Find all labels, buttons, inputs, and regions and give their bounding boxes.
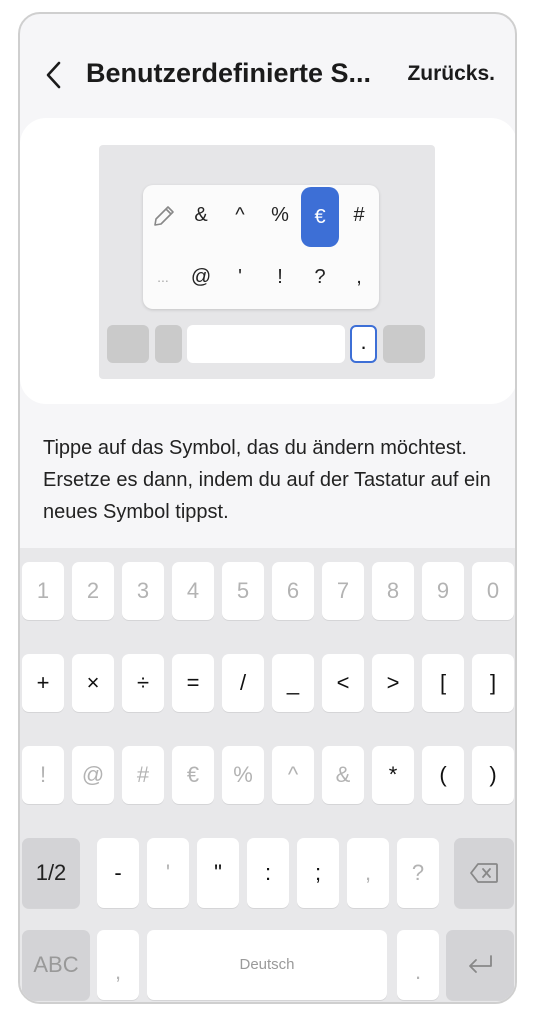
period-key[interactable]: . bbox=[397, 930, 439, 1000]
preview-symbol[interactable]: @ bbox=[182, 247, 220, 307]
symbol-popup: & ^ % € # ... @ ' ! ? , bbox=[143, 185, 379, 309]
key-symbol[interactable]: ' bbox=[147, 838, 189, 908]
key-symbol[interactable]: ? bbox=[397, 838, 439, 908]
key-symbol[interactable]: + bbox=[22, 654, 64, 712]
enter-key[interactable] bbox=[446, 930, 514, 1000]
reset-button[interactable]: Zurücks. bbox=[407, 62, 495, 86]
key-symbol[interactable]: ] bbox=[472, 654, 514, 712]
backspace-key[interactable] bbox=[454, 838, 514, 908]
symbol-keyboard: 1 2 3 4 5 6 7 8 9 0 + × ÷ = / _ < > [ ] … bbox=[20, 548, 515, 1002]
comma-key[interactable]: , bbox=[97, 930, 139, 1000]
header: Benutzerdefinierte S... Zurücks. bbox=[20, 14, 515, 124]
key-number[interactable]: 6 bbox=[272, 562, 314, 620]
key-symbol[interactable]: # bbox=[122, 746, 164, 804]
key-number[interactable]: 9 bbox=[422, 562, 464, 620]
key-symbol[interactable]: ; bbox=[297, 838, 339, 908]
pencil-icon[interactable] bbox=[151, 203, 177, 229]
enter-icon bbox=[469, 955, 492, 973]
key-symbol[interactable]: : bbox=[247, 838, 289, 908]
key-symbol[interactable]: = bbox=[172, 654, 214, 712]
key-number[interactable]: 5 bbox=[222, 562, 264, 620]
abc-button[interactable]: ABC bbox=[22, 930, 90, 1000]
page-title: Benutzerdefinierte S... bbox=[86, 58, 372, 88]
keyboard-preview: & ^ % € # ... @ ' ! ? , . bbox=[99, 145, 435, 379]
key-symbol[interactable]: - bbox=[97, 838, 139, 908]
key-symbol[interactable]: % bbox=[222, 746, 264, 804]
key-symbol[interactable]: , bbox=[347, 838, 389, 908]
key-symbol[interactable]: < bbox=[322, 654, 364, 712]
key-symbol[interactable]: € bbox=[172, 746, 214, 804]
key-symbol[interactable]: ÷ bbox=[122, 654, 164, 712]
space-bar[interactable]: Deutsch bbox=[147, 930, 387, 1000]
instruction-text: Tippe auf das Symbol, das du ändern möch… bbox=[43, 437, 491, 523]
key-number[interactable]: 2 bbox=[72, 562, 114, 620]
key-symbol[interactable]: > bbox=[372, 654, 414, 712]
preview-key bbox=[107, 325, 149, 363]
key-symbol[interactable]: " bbox=[197, 838, 239, 908]
key-symbol[interactable]: ^ bbox=[272, 746, 314, 804]
preview-symbol-selected[interactable]: € bbox=[301, 187, 339, 247]
preview-period-key[interactable]: . bbox=[350, 325, 377, 363]
preview-space-key bbox=[187, 325, 345, 363]
phone-frame: Benutzerdefinierte S... Zurücks. & ^ % €… bbox=[18, 12, 517, 1004]
key-number[interactable]: 0 bbox=[472, 562, 514, 620]
key-number[interactable]: 4 bbox=[172, 562, 214, 620]
key-symbol[interactable]: ( bbox=[422, 746, 464, 804]
key-symbol[interactable]: _ bbox=[272, 654, 314, 712]
page-toggle-button[interactable]: 1/2 bbox=[22, 838, 80, 908]
backspace-icon bbox=[470, 863, 498, 883]
preview-symbol[interactable]: ' bbox=[221, 247, 259, 307]
back-arrow-icon[interactable] bbox=[40, 60, 70, 90]
preview-symbol[interactable]: ! bbox=[261, 247, 299, 307]
preview-symbol[interactable]: ^ bbox=[221, 185, 259, 245]
key-symbol[interactable]: / bbox=[222, 654, 264, 712]
key-symbol[interactable]: × bbox=[72, 654, 114, 712]
key-number[interactable]: 8 bbox=[372, 562, 414, 620]
preview-symbol[interactable]: ? bbox=[301, 247, 339, 307]
preview-card: & ^ % € # ... @ ' ! ? , . bbox=[20, 118, 515, 404]
preview-ellipsis: ... bbox=[157, 269, 169, 285]
key-symbol[interactable]: & bbox=[322, 746, 364, 804]
preview-symbol[interactable]: , bbox=[340, 247, 378, 307]
key-symbol[interactable]: @ bbox=[72, 746, 114, 804]
key-symbol[interactable]: ! bbox=[22, 746, 64, 804]
key-symbol[interactable]: * bbox=[372, 746, 414, 804]
preview-key bbox=[383, 325, 425, 363]
preview-symbol[interactable]: % bbox=[261, 185, 299, 245]
preview-key bbox=[155, 325, 182, 363]
preview-symbol[interactable]: & bbox=[182, 185, 220, 245]
key-symbol[interactable]: ) bbox=[472, 746, 514, 804]
key-symbol[interactable]: [ bbox=[422, 654, 464, 712]
preview-symbol[interactable]: # bbox=[340, 185, 378, 245]
key-number[interactable]: 3 bbox=[122, 562, 164, 620]
key-number[interactable]: 7 bbox=[322, 562, 364, 620]
key-number[interactable]: 1 bbox=[22, 562, 64, 620]
